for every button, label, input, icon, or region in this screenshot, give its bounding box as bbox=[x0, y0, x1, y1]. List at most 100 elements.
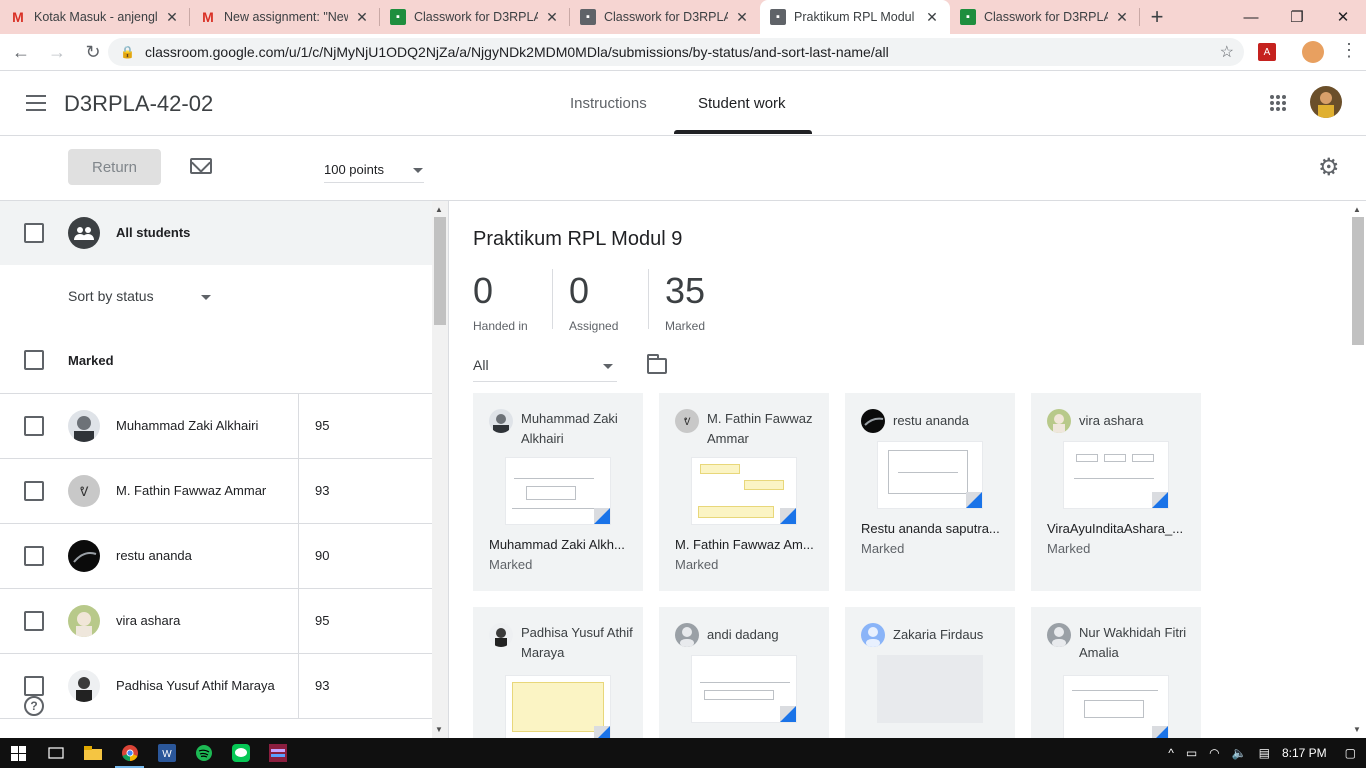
student-checkbox[interactable] bbox=[24, 546, 44, 566]
select-marked-checkbox[interactable] bbox=[24, 350, 44, 370]
browser-tab[interactable]: ▪ Classwork for D3RPLA-4 ✕ bbox=[950, 0, 1140, 34]
browser-tab-active[interactable]: ▪ Praktikum RPL Modul 9 ✕ bbox=[760, 0, 950, 34]
select-all-checkbox[interactable] bbox=[24, 223, 44, 243]
help-icon[interactable]: ? bbox=[24, 696, 44, 716]
submission-card[interactable]: Padhisa Yusuf Athif Maraya bbox=[473, 607, 643, 738]
grade-value[interactable]: 93 bbox=[315, 678, 329, 693]
forward-arrow-icon[interactable]: → bbox=[42, 37, 72, 67]
notification-icon[interactable]: ▢ bbox=[1345, 746, 1356, 760]
gear-icon[interactable]: ⚙ bbox=[1318, 156, 1340, 180]
submission-filter-select[interactable]: All bbox=[473, 357, 489, 373]
volume-icon[interactable]: 🔈 bbox=[1232, 746, 1247, 760]
line-icon[interactable] bbox=[222, 738, 259, 768]
grade-value[interactable]: 90 bbox=[315, 548, 329, 563]
restore-icon[interactable]: ❐ bbox=[1274, 0, 1320, 34]
return-button[interactable]: Return bbox=[68, 149, 161, 185]
submission-card[interactable]: ᕓ M. Fathin Fawwaz Ammar M. Fathin Fawwa… bbox=[659, 393, 829, 591]
student-checkbox[interactable] bbox=[24, 676, 44, 696]
battery-icon[interactable]: ▭ bbox=[1186, 746, 1197, 760]
file-explorer-icon[interactable] bbox=[74, 738, 111, 768]
submission-card[interactable]: restu ananda Restu ananda saputra... Mar… bbox=[845, 393, 1015, 591]
close-tab-icon[interactable]: ✕ bbox=[544, 9, 560, 26]
reload-icon[interactable]: ↻ bbox=[78, 37, 108, 67]
student-row[interactable]: vira ashara 95 bbox=[0, 589, 432, 654]
main-menu-icon[interactable] bbox=[26, 95, 46, 111]
email-icon[interactable] bbox=[190, 158, 212, 174]
task-view-icon[interactable] bbox=[37, 738, 74, 768]
folder-icon[interactable] bbox=[647, 354, 667, 374]
student-name: Zakaria Firdaus bbox=[893, 627, 984, 642]
minimize-icon[interactable]: — bbox=[1228, 0, 1274, 34]
student-checkbox[interactable] bbox=[24, 481, 44, 501]
wifi-icon[interactable]: ◠ bbox=[1209, 746, 1219, 760]
submission-card[interactable]: Zakaria Firdaus bbox=[845, 607, 1015, 738]
gmail-icon: M bbox=[12, 9, 24, 25]
close-tab-icon[interactable]: ✕ bbox=[924, 9, 940, 26]
tab-title: Kotak Masuk - anjengla bbox=[34, 10, 158, 24]
close-window-icon[interactable]: ✕ bbox=[1320, 0, 1366, 34]
student-row[interactable]: Padhisa Yusuf Athif Maraya 93 bbox=[0, 654, 432, 719]
submission-card[interactable]: Muhammad Zaki Alkhairi Muhammad Zaki Alk… bbox=[473, 393, 643, 591]
user-avatar[interactable] bbox=[1310, 86, 1342, 118]
bookmark-star-icon[interactable]: ☆ bbox=[1220, 42, 1234, 62]
student-row[interactable]: restu ananda 90 bbox=[0, 524, 432, 589]
student-row[interactable]: ᕓ M. Fathin Fawwaz Ammar 93 bbox=[0, 459, 432, 524]
student-checkbox[interactable] bbox=[24, 416, 44, 436]
attachment-thumbnail[interactable] bbox=[1063, 441, 1169, 509]
submission-card[interactable]: andi dadang bbox=[659, 607, 829, 738]
submission-card[interactable]: Nur Wakhidah Fitri Amalia bbox=[1031, 607, 1201, 738]
attachment-thumbnail[interactable] bbox=[691, 457, 797, 525]
close-tab-icon[interactable]: ✕ bbox=[734, 9, 750, 26]
close-tab-icon[interactable]: ✕ bbox=[164, 9, 180, 26]
clock[interactable]: 8:17 PM bbox=[1282, 746, 1327, 760]
all-students-row[interactable]: All students bbox=[0, 201, 432, 265]
student-name: Muhammad Zaki Alkhairi bbox=[116, 418, 259, 433]
attachment-thumbnail[interactable] bbox=[505, 457, 611, 525]
browser-tab[interactable]: ▪ Classwork for D3RPLA 4 ✕ bbox=[570, 0, 760, 34]
profile-avatar[interactable] bbox=[1302, 41, 1324, 63]
left-scrollbar[interactable]: ▲ ▼ bbox=[432, 201, 448, 738]
google-apps-icon[interactable] bbox=[1270, 95, 1286, 111]
spotify-icon[interactable] bbox=[185, 738, 222, 768]
close-tab-icon[interactable]: ✕ bbox=[354, 9, 370, 26]
windows-taskbar: W ^ ▭ ◠ 🔈 ▤ 8:17 PM ▢ bbox=[0, 738, 1366, 768]
browser-tab[interactable]: M Kotak Masuk - anjengla ✕ bbox=[0, 0, 190, 34]
student-checkbox[interactable] bbox=[24, 611, 44, 631]
chevron-down-icon[interactable] bbox=[201, 295, 211, 300]
pdf-extension-icon[interactable]: A bbox=[1258, 43, 1276, 61]
chrome-icon[interactable] bbox=[111, 738, 148, 768]
chevron-down-icon[interactable] bbox=[413, 168, 423, 173]
attachment-name: Muhammad Zaki Alkh... bbox=[489, 537, 625, 552]
tab-student-work[interactable]: Student work bbox=[698, 71, 786, 135]
student-row[interactable]: Muhammad Zaki Alkhairi 95 bbox=[0, 394, 432, 459]
new-tab-button[interactable]: + bbox=[1140, 0, 1174, 34]
windows-start-icon[interactable] bbox=[0, 738, 37, 768]
browser-menu-icon[interactable]: ⋮ bbox=[1340, 40, 1358, 61]
sort-select[interactable]: Sort by status bbox=[68, 288, 154, 304]
close-tab-icon[interactable]: ✕ bbox=[1114, 9, 1130, 26]
submission-card[interactable]: vira ashara ViraAyuInditaAshara_... Mark… bbox=[1031, 393, 1201, 591]
url-input[interactable]: 🔒 classroom.google.com/u/1/c/NjMyNjU1ODQ… bbox=[108, 38, 1244, 66]
attachment-thumbnail[interactable] bbox=[1063, 675, 1169, 738]
attachment-thumbnail[interactable] bbox=[505, 675, 611, 738]
chevron-up-icon[interactable]: ^ bbox=[1168, 746, 1174, 760]
attachment-thumbnail[interactable] bbox=[877, 655, 983, 723]
back-arrow-icon[interactable]: ← bbox=[6, 37, 36, 67]
student-name: Padhisa Yusuf Athif Maraya bbox=[521, 625, 633, 660]
right-scrollbar[interactable]: ▲ ▼ bbox=[1350, 201, 1366, 738]
attachment-thumbnail[interactable] bbox=[877, 441, 983, 509]
keyboard-icon[interactable]: ▤ bbox=[1259, 746, 1270, 760]
grade-value[interactable]: 93 bbox=[315, 483, 329, 498]
grade-value[interactable]: 95 bbox=[315, 418, 329, 433]
browser-tab[interactable]: M New assignment: "New ✕ bbox=[190, 0, 380, 34]
tab-instructions[interactable]: Instructions bbox=[570, 71, 647, 135]
browser-tab[interactable]: ▪ Classwork for D3RPLA-4 ✕ bbox=[380, 0, 570, 34]
chevron-down-icon[interactable] bbox=[603, 364, 613, 369]
svg-text:W: W bbox=[162, 749, 172, 760]
points-select[interactable]: 100 points bbox=[324, 162, 384, 177]
attachment-thumbnail[interactable] bbox=[691, 655, 797, 723]
class-title[interactable]: D3RPLA-42-02 bbox=[64, 91, 213, 117]
grade-value[interactable]: 95 bbox=[315, 613, 329, 628]
word-icon[interactable]: W bbox=[148, 738, 185, 768]
winrar-icon[interactable] bbox=[259, 738, 296, 768]
